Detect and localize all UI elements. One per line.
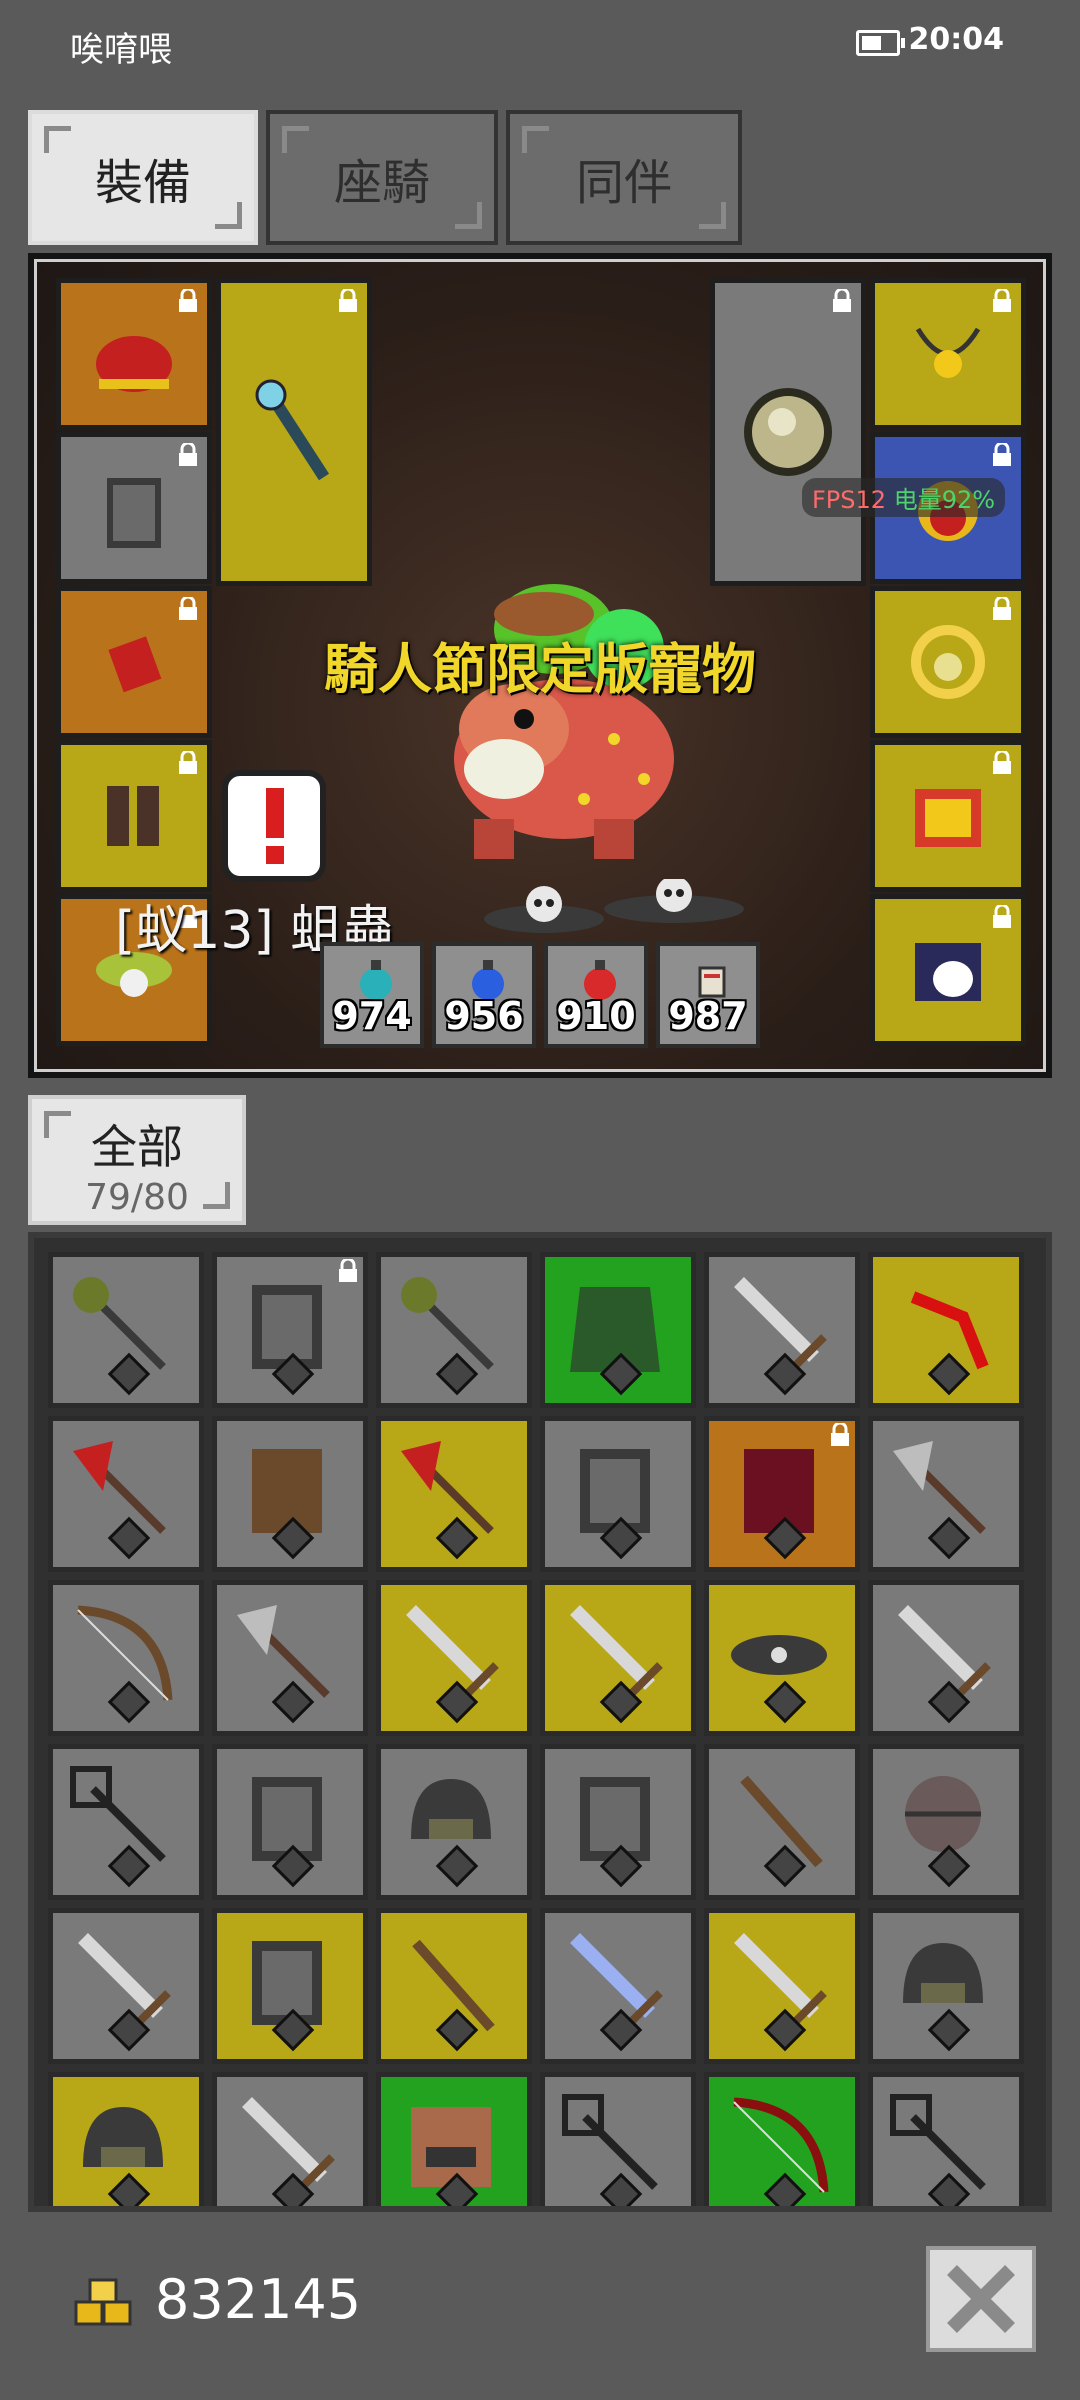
round-shield-icon — [744, 388, 832, 476]
shield-slot[interactable] — [710, 278, 866, 586]
equip-slot-spell-book[interactable] — [870, 740, 1026, 892]
inventory-item[interactable] — [704, 1744, 860, 1900]
inventory-item[interactable] — [376, 1908, 532, 2064]
inventory-item[interactable] — [868, 1416, 1024, 1572]
weapon-slot[interactable] — [216, 278, 372, 586]
chainmail-armor-icon — [107, 478, 161, 548]
carrier-name: 唉唷喂 — [70, 30, 172, 70]
tab-equipment[interactable]: 裝備 — [28, 110, 258, 245]
inventory-item[interactable] — [212, 2072, 368, 2206]
inventory-item[interactable] — [376, 1580, 532, 1736]
inventory-item[interactable] — [540, 2072, 696, 2206]
inventory-item[interactable] — [48, 2072, 204, 2206]
stat-value: 956 — [444, 994, 524, 1038]
inventory-item[interactable] — [704, 1908, 860, 2064]
inventory-item[interactable] — [212, 1908, 368, 2064]
inventory-item[interactable] — [540, 1908, 696, 2064]
inventory-item[interactable] — [48, 1744, 204, 1900]
lock-icon — [833, 289, 851, 312]
event-label: 騎人節限定版寵物 — [324, 638, 756, 701]
stat-scroll[interactable]: 987 — [656, 942, 760, 1048]
power-label: 电量92% — [893, 486, 996, 514]
lock-icon — [339, 1259, 357, 1282]
inventory-item[interactable] — [48, 1580, 204, 1736]
pet-sprite-icon — [454, 584, 674, 859]
tab-mount-label: 座騎 — [333, 154, 430, 211]
inventory-item[interactable] — [540, 1252, 696, 1408]
status-bar: 唉唷喂 20:04 — [0, 0, 1080, 90]
lock-icon — [339, 289, 357, 312]
inventory-item[interactable] — [48, 1252, 204, 1408]
inventory-item[interactable] — [376, 2072, 532, 2206]
inventory-item[interactable] — [868, 1908, 1024, 2064]
lock-icon — [993, 443, 1011, 466]
inventory-item[interactable] — [212, 1744, 368, 1900]
inventory-item[interactable] — [376, 1744, 532, 1900]
tab-equipment-label: 裝備 — [94, 154, 191, 211]
inventory-item[interactable] — [868, 1744, 1024, 1900]
wand-icon — [255, 379, 330, 481]
inventory-item[interactable] — [212, 1416, 368, 1572]
stat-potion-cyan[interactable]: 974 — [320, 942, 424, 1048]
inventory-item[interactable] — [868, 1580, 1024, 1736]
gold-necklace-icon — [915, 327, 981, 378]
inventory-item[interactable] — [48, 1908, 204, 2064]
equip-slot-red-helmet[interactable] — [56, 278, 212, 430]
inventory-item[interactable] — [212, 1252, 368, 1408]
stat-potion-blue[interactable]: 956 — [432, 942, 536, 1048]
inventory-grid[interactable] — [28, 1232, 1052, 2212]
inventory-item[interactable] — [48, 1416, 204, 1572]
alert-bubble-icon — [222, 770, 326, 882]
inventory-item[interactable] — [704, 2072, 860, 2206]
inventory-item[interactable] — [212, 1580, 368, 1736]
fps-overlay: FPS12 电量92% — [802, 478, 1006, 517]
stat-value: 910 — [556, 994, 636, 1038]
inventory-item[interactable] — [868, 2072, 1024, 2206]
inventory-item[interactable] — [540, 1580, 696, 1736]
tab-mount[interactable]: 座騎 — [266, 110, 498, 245]
fps-label: FPS12 — [812, 486, 887, 514]
gold-coins-icon — [74, 2278, 132, 2326]
stat-potion-red[interactable]: 910 — [544, 942, 648, 1048]
inventory-item[interactable] — [376, 1416, 532, 1572]
tab-companion[interactable]: 同伴 — [506, 110, 742, 245]
penguin-scroll-icon — [915, 943, 981, 1001]
filter-tab-all[interactable]: 全部 79/80 — [28, 1095, 246, 1225]
equip-slot-gold-necklace[interactable] — [870, 278, 1026, 430]
inventory-item[interactable] — [540, 1416, 696, 1572]
stat-value: 974 — [332, 994, 412, 1038]
gold-amount: 832145 — [155, 2268, 362, 2331]
lock-icon — [179, 289, 197, 312]
clock: 20:04 — [908, 22, 1005, 57]
lock-icon — [993, 289, 1011, 312]
red-helmet-icon — [96, 336, 172, 392]
lock-icon — [179, 597, 197, 620]
inventory-item[interactable] — [376, 1252, 532, 1408]
tab-companion-label: 同伴 — [575, 154, 672, 211]
lock-icon — [831, 1423, 849, 1446]
inventory-item[interactable] — [704, 1252, 860, 1408]
lock-icon — [993, 597, 1011, 620]
inventory-item[interactable] — [704, 1580, 860, 1736]
equip-slot-boots[interactable] — [56, 740, 212, 892]
stat-value: 987 — [668, 994, 748, 1038]
inventory-item[interactable] — [540, 1744, 696, 1900]
lock-icon — [993, 751, 1011, 774]
close-button[interactable] — [926, 2246, 1036, 2352]
inventory-item[interactable] — [704, 1416, 860, 1572]
equip-slot-chainmail-armor[interactable] — [56, 432, 212, 584]
lock-icon — [993, 905, 1011, 928]
spell-book-icon — [915, 789, 981, 847]
lock-icon — [179, 443, 197, 466]
battery-icon — [856, 30, 905, 56]
boots-icon — [107, 786, 159, 846]
lock-icon — [179, 751, 197, 774]
equip-slot-penguin-scroll[interactable] — [870, 894, 1026, 1046]
inventory-item[interactable] — [868, 1252, 1024, 1408]
close-icon — [947, 2265, 1015, 2333]
